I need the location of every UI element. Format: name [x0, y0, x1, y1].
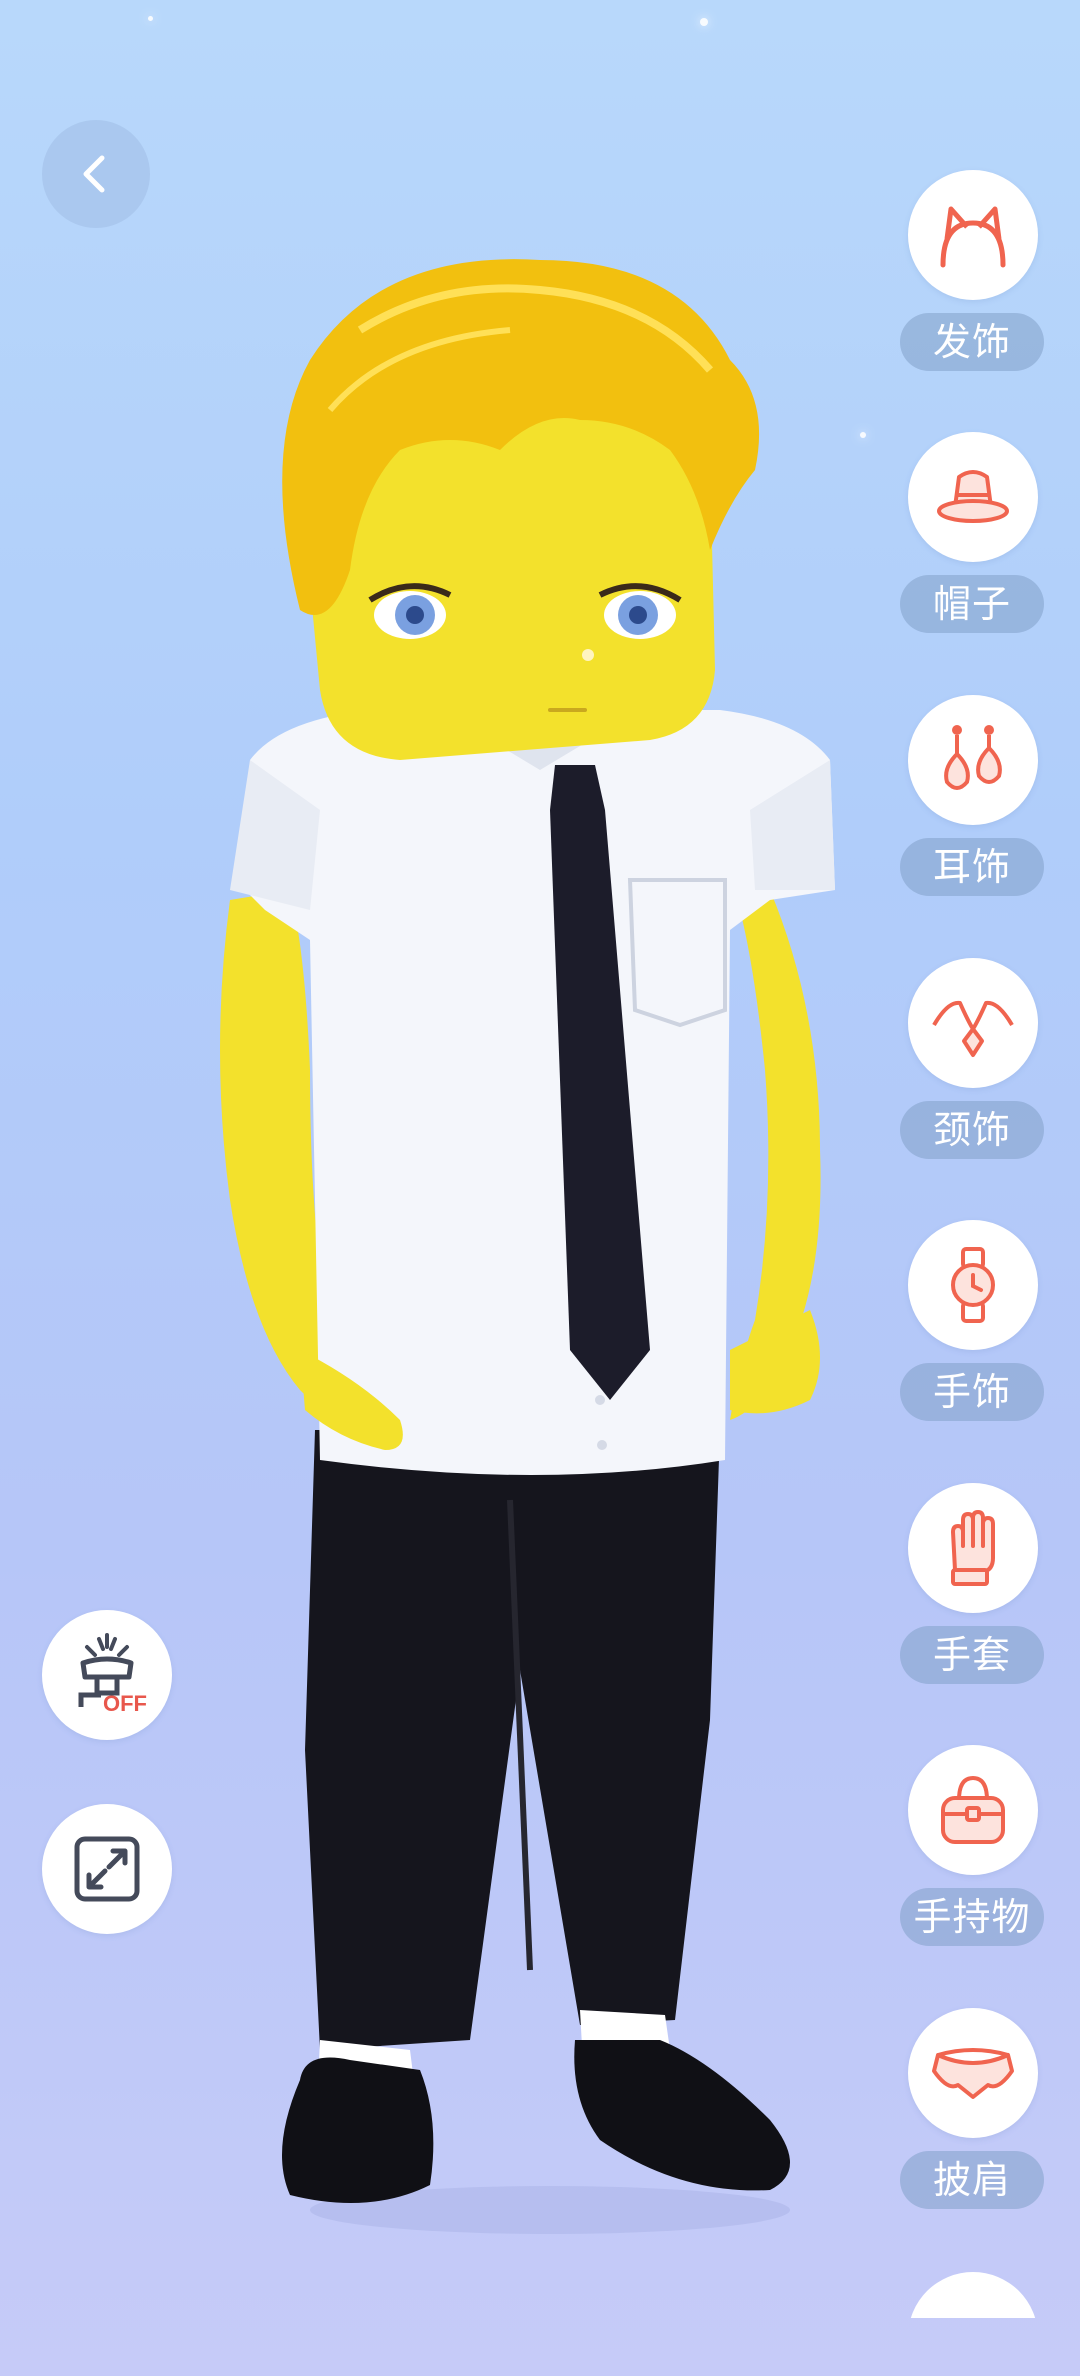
lamp-off-icon: OFF [78, 1633, 147, 1716]
shawl-icon [932, 2048, 1014, 2099]
category-icon-circle [908, 695, 1038, 825]
light-toggle-button[interactable]: OFF [42, 1610, 172, 1740]
category-label: 耳饰 [900, 838, 1044, 896]
category-icon-circle [908, 958, 1038, 1088]
category-label: 手饰 [900, 1363, 1044, 1421]
category-label: 颈饰 [900, 1101, 1044, 1159]
necklace-icon [932, 1000, 1014, 1057]
category-label: 披肩 [900, 2151, 1044, 2209]
category-label: 手持物 [900, 1888, 1044, 1946]
fullscreen-button[interactable] [42, 1804, 172, 1934]
category-label: 帽子 [900, 575, 1044, 633]
earrings-icon [944, 725, 1002, 790]
sparkle [700, 18, 708, 26]
category-icon-circle [908, 1745, 1038, 1875]
cat-ear-headband-icon [940, 206, 1006, 268]
category-label: 手套 [900, 1626, 1044, 1684]
handbag-icon [941, 1775, 1005, 1844]
category-icon-circle [908, 1220, 1038, 1350]
light-toggle-off-text: OFF [103, 1691, 147, 1716]
category-icon-circle [908, 2008, 1038, 2138]
chevron-left-icon [83, 155, 105, 193]
sparkle [148, 16, 153, 21]
category-next-partial[interactable] [908, 2272, 1038, 2318]
category-icon-circle [908, 1483, 1038, 1613]
bucket-hat-icon [937, 470, 1009, 523]
back-button[interactable] [42, 120, 150, 228]
expand-icon [74, 1836, 140, 1902]
category-icon-circle [908, 432, 1038, 562]
category-icon-circle [908, 170, 1038, 300]
glove-icon [951, 1510, 995, 1586]
watch-icon [951, 1247, 995, 1323]
avatar-model [220, 259, 835, 2234]
category-label: 发饰 [900, 313, 1044, 371]
